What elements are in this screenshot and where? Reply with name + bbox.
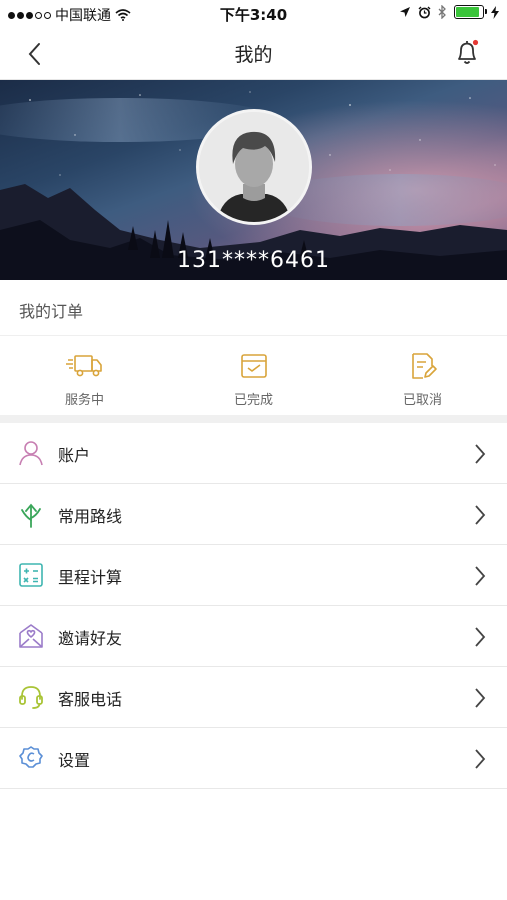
route-arrow-icon [21, 503, 41, 528]
profile-header-banner: 131****6461 [0, 80, 507, 280]
user-icon [19, 441, 43, 466]
headset-icon [19, 686, 43, 709]
user-phone-number: 131****6461 [177, 248, 330, 273]
chevron-right-icon [475, 688, 486, 708]
status-right [399, 5, 499, 19]
order-tab-label: 已取消 [402, 393, 442, 408]
chevron-right-icon [475, 444, 486, 464]
avatar[interactable] [196, 109, 312, 225]
order-tab-label: 服务中 [64, 393, 104, 408]
orders-section-header: 我的订单 [0, 280, 507, 336]
orders-section-title: 我的订单 [19, 302, 84, 321]
chevron-right-icon [475, 566, 486, 586]
bluetooth-icon [438, 5, 446, 19]
menu-item-label: 邀请好友 [58, 629, 123, 648]
charging-bolt-icon [491, 5, 499, 19]
order-tab-label: 已完成 [233, 393, 273, 408]
document-edit-icon [411, 353, 437, 379]
calculator-icon [19, 563, 43, 587]
menu-item-label: 设置 [58, 751, 91, 770]
status-bar: 中国联通 下午3:40 [0, 0, 507, 28]
menu-item-frequent-routes[interactable]: 常用路线 [0, 484, 507, 545]
menu-item-label: 客服电话 [58, 690, 123, 709]
settings-gear-icon [19, 746, 43, 768]
settings-menu-list: 账户 常用路线 里程计算 邀请好友 客服电话 设置 [0, 423, 507, 789]
notification-bell-icon[interactable] [453, 38, 481, 68]
page-title: 我的 [234, 44, 273, 66]
menu-item-settings[interactable]: 设置 [0, 728, 507, 789]
notification-badge [472, 39, 479, 46]
menu-item-label: 里程计算 [58, 568, 123, 587]
menu-item-invite-friends[interactable]: 邀请好友 [0, 606, 507, 667]
menu-item-customer-service-phone[interactable]: 客服电话 [0, 667, 507, 728]
order-tab-completed[interactable]: 已完成 [169, 337, 338, 415]
menu-item-account[interactable]: 账户 [0, 423, 507, 484]
order-tab-cancelled[interactable]: 已取消 [338, 337, 507, 415]
menu-item-label: 账户 [58, 446, 91, 465]
battery-icon [454, 5, 487, 19]
truck-icon [65, 355, 102, 377]
calendar-check-icon [240, 354, 267, 378]
chevron-right-icon [475, 627, 486, 647]
invite-envelope-icon [19, 624, 43, 648]
order-tab-in-service[interactable]: 服务中 [0, 337, 169, 415]
order-status-bar: 服务中 已完成 已取消 [0, 337, 507, 415]
menu-item-mileage-calculation[interactable]: 里程计算 [0, 545, 507, 606]
navigation-bar: 我的 [0, 28, 507, 80]
section-divider [0, 415, 507, 423]
chevron-right-icon [475, 749, 486, 769]
alarm-clock-icon [418, 6, 431, 18]
chevron-right-icon [475, 505, 486, 525]
default-avatar-icon [199, 112, 309, 222]
menu-item-label: 常用路线 [58, 507, 123, 526]
location-arrow-icon [400, 7, 410, 17]
